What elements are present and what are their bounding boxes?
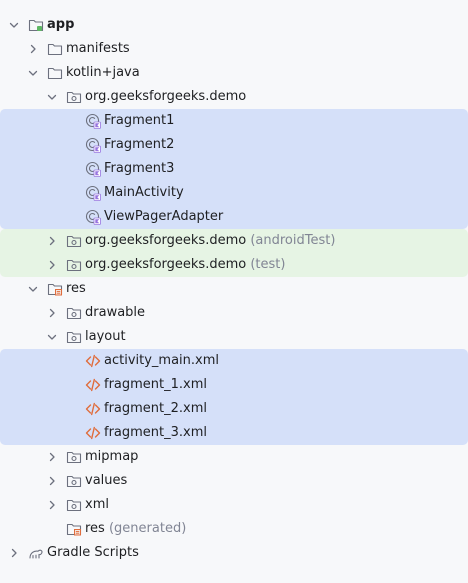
tree-row[interactable]: fragment_2.xml — [0, 397, 468, 421]
tree-item-label: layout — [85, 329, 126, 344]
chevron-down-icon[interactable] — [46, 331, 58, 343]
tree-item-label: ViewPagerAdapter — [104, 209, 224, 224]
chevron-right-icon[interactable] — [8, 547, 20, 559]
chevron-right-icon[interactable] — [46, 259, 58, 271]
tree-row[interactable]: MainActivity — [0, 181, 468, 205]
tree-item-suffix: (generated) — [104, 521, 187, 536]
tree-row[interactable]: manifests — [0, 37, 468, 61]
package-icon — [66, 497, 82, 513]
package-icon — [66, 89, 82, 105]
kotlin-class-icon — [85, 137, 101, 153]
tree-item-suffix: (androidTest) — [246, 233, 336, 248]
kotlin-class-icon — [85, 113, 101, 129]
tree-row[interactable]: fragment_1.xml — [0, 373, 468, 397]
tree-item-label: fragment_3.xml — [104, 425, 208, 440]
tree-row[interactable]: Fragment3 — [0, 157, 468, 181]
tree-item-label: res — [66, 281, 86, 296]
tree-item-label: org.geeksforgeeks.demo — [85, 89, 247, 104]
module-folder-icon — [28, 17, 44, 33]
tree-row[interactable]: drawable — [0, 301, 468, 325]
package-icon — [66, 449, 82, 465]
tree-item-label: kotlin+java — [66, 65, 140, 80]
tree-item-label: org.geeksforgeeks.demo (androidTest) — [85, 233, 336, 248]
chevron-down-icon[interactable] — [27, 283, 39, 295]
tree-item-label: values — [85, 473, 128, 488]
tree-row[interactable]: Fragment2 — [0, 133, 468, 157]
chevron-down-icon[interactable] — [46, 91, 58, 103]
tree-item-label: MainActivity — [104, 185, 184, 200]
tree-item-label: Fragment1 — [104, 113, 175, 128]
resource-folder-icon — [66, 521, 82, 537]
folder-icon — [47, 41, 63, 57]
chevron-right-icon[interactable] — [46, 499, 58, 511]
xml-file-icon — [85, 353, 101, 369]
tree-item-label: Fragment2 — [104, 137, 175, 152]
xml-file-icon — [85, 425, 101, 441]
tree-item-label: fragment_2.xml — [104, 401, 208, 416]
tree-row[interactable]: kotlin+java — [0, 61, 468, 85]
tree-row[interactable]: xml — [0, 493, 468, 517]
tree-item-label: drawable — [85, 305, 146, 320]
tree-item-label: res (generated) — [85, 521, 187, 536]
tree-row[interactable]: values — [0, 469, 468, 493]
tree-row[interactable]: activity_main.xml — [0, 349, 468, 373]
package-icon — [66, 233, 82, 249]
kotlin-class-icon — [85, 161, 101, 177]
tree-item-label: org.geeksforgeeks.demo (test) — [85, 257, 286, 272]
xml-file-icon — [85, 401, 101, 417]
package-icon — [66, 305, 82, 321]
chevron-right-icon[interactable] — [46, 307, 58, 319]
xml-file-icon — [85, 377, 101, 393]
tree-row[interactable]: org.geeksforgeeks.demo (test) — [0, 253, 468, 277]
tree-item-label: manifests — [66, 41, 130, 56]
chevron-right-icon[interactable] — [46, 451, 58, 463]
tree-row[interactable]: Gradle Scripts — [0, 541, 468, 565]
package-icon — [66, 473, 82, 489]
tree-row[interactable]: org.geeksforgeeks.demo (androidTest) — [0, 229, 468, 253]
package-icon — [66, 329, 82, 345]
chevron-right-icon[interactable] — [46, 475, 58, 487]
kotlin-class-icon — [85, 209, 101, 225]
chevron-right-icon[interactable] — [46, 235, 58, 247]
tree-item-label: xml — [85, 497, 109, 512]
tree-row[interactable]: fragment_3.xml — [0, 421, 468, 445]
tree-row[interactable]: res (generated) — [0, 517, 468, 541]
tree-item-label: Gradle Scripts — [47, 545, 139, 560]
tree-row[interactable]: res — [0, 277, 468, 301]
tree-item-label: activity_main.xml — [104, 353, 220, 368]
tree-row[interactable]: org.geeksforgeeks.demo — [0, 85, 468, 109]
tree-row[interactable]: Fragment1 — [0, 109, 468, 133]
chevron-down-icon[interactable] — [27, 67, 39, 79]
kotlin-class-icon — [85, 185, 101, 201]
tree-row[interactable]: app — [0, 13, 468, 37]
gradle-icon — [28, 545, 44, 561]
resource-folder-icon — [47, 281, 63, 297]
folder-icon — [47, 65, 63, 81]
tree-item-label: Fragment3 — [104, 161, 175, 176]
chevron-down-icon[interactable] — [8, 19, 20, 31]
tree-row[interactable]: layout — [0, 325, 468, 349]
tree-item-suffix: (test) — [246, 257, 286, 272]
tree-item-label: fragment_1.xml — [104, 377, 208, 392]
tree-row[interactable]: mipmap — [0, 445, 468, 469]
tree-item-label: app — [47, 17, 75, 32]
package-icon — [66, 257, 82, 273]
chevron-right-icon[interactable] — [27, 43, 39, 55]
project-tree: app manifests kotlin+java org.geeksforgeeks… — [0, 13, 468, 565]
tree-item-label: mipmap — [85, 449, 139, 464]
tree-row[interactable]: ViewPagerAdapter — [0, 205, 468, 229]
